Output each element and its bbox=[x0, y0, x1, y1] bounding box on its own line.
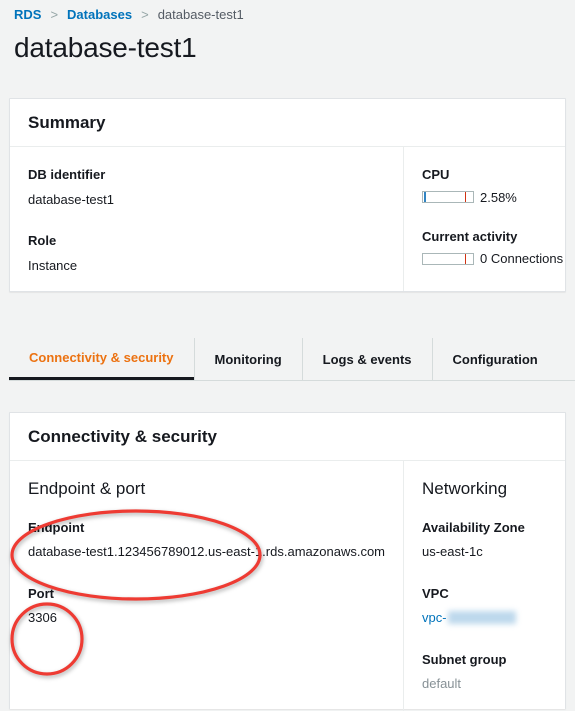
field-endpoint: Endpoint database-test1.123456789012.us-… bbox=[28, 518, 385, 562]
field-vpc: VPC vpc- bbox=[422, 584, 555, 628]
gauge-min-tick-icon bbox=[424, 253, 426, 264]
tab-label: Configuration bbox=[452, 351, 538, 367]
port-label: Port bbox=[28, 585, 54, 601]
field-label: Role bbox=[28, 233, 57, 249]
tab-label: Connectivity & security bbox=[29, 350, 174, 365]
current-activity-gauge bbox=[422, 252, 474, 265]
networking-section: Networking Availability Zone us-east-1c … bbox=[403, 461, 565, 711]
connectivity-title: Connectivity & security bbox=[28, 427, 217, 446]
tab-logs-events[interactable]: Logs & events bbox=[301, 338, 432, 380]
summary-left-column: DB identifier database-test1 Role Instan… bbox=[10, 147, 403, 291]
endpoint-value: database-test1.123456789012.us-east-1.rd… bbox=[28, 544, 385, 560]
connectivity-body: Endpoint & port Endpoint database-test1.… bbox=[10, 461, 565, 711]
field-db-identifier: DB identifier database-test1 bbox=[28, 165, 385, 209]
networking-title: Networking bbox=[422, 479, 508, 499]
summary-card: Summary DB identifier database-test1 Rol… bbox=[9, 98, 566, 293]
subnet-value: default bbox=[422, 676, 462, 692]
field-role: Role Instance bbox=[28, 231, 385, 275]
summary-card-header: Summary bbox=[10, 99, 565, 148]
endpoint-port-title: Endpoint & port bbox=[28, 479, 146, 499]
tab-bar: Connectivity & security Monitoring Logs … bbox=[9, 338, 575, 381]
subnet-label: Subnet group bbox=[422, 651, 507, 667]
breadcrumb-separator-icon: > bbox=[141, 7, 149, 22]
summary-title: Summary bbox=[28, 113, 106, 132]
vpc-redacted-block bbox=[447, 611, 516, 625]
connectivity-card-header: Connectivity & security bbox=[10, 413, 565, 462]
endpoint-label: Endpoint bbox=[28, 519, 85, 535]
metric-value: 2.58% bbox=[480, 189, 517, 205]
page-title: database-test1 bbox=[14, 32, 197, 63]
tab-configuration[interactable]: Configuration bbox=[431, 338, 558, 380]
metric-row: 2.58% bbox=[422, 190, 563, 205]
field-label: DB identifier bbox=[28, 167, 106, 183]
vpc-value: vpc- bbox=[422, 608, 555, 628]
field-port: Port 3306 bbox=[28, 584, 385, 628]
metric-cpu: CPU 2.58% bbox=[422, 165, 563, 205]
tab-bar-container: Connectivity & security Monitoring Logs … bbox=[9, 338, 575, 381]
tab-label: Monitoring bbox=[214, 351, 282, 367]
metric-current-activity: Current activity 0 Connections bbox=[422, 227, 563, 266]
breadcrumb-item-rds[interactable]: RDS bbox=[14, 7, 41, 22]
field-value: database-test1 bbox=[28, 191, 115, 207]
gauge-max-tick-icon bbox=[465, 192, 466, 203]
breadcrumb-separator-icon: > bbox=[50, 7, 59, 22]
breadcrumb-item-current: database-test1 bbox=[157, 7, 244, 22]
summary-right-column: CPU 2.58% Current activity 0 Connections bbox=[403, 147, 573, 292]
summary-card-container: Summary DB identifier database-test1 Rol… bbox=[0, 98, 575, 293]
summary-body: DB identifier database-test1 Role Instan… bbox=[10, 147, 565, 292]
cpu-gauge bbox=[422, 191, 474, 204]
field-subnet-group: Subnet group default bbox=[422, 650, 555, 694]
field-value: Instance bbox=[28, 257, 78, 273]
metric-label: CPU bbox=[422, 167, 450, 183]
gauge-max-tick-icon bbox=[465, 253, 466, 264]
metric-value: 0 Connections bbox=[480, 251, 564, 267]
tab-label: Logs & events bbox=[322, 351, 412, 367]
breadcrumb: RDS > Databases > database-test1 bbox=[0, 0, 575, 22]
breadcrumb-item-databases[interactable]: Databases bbox=[67, 7, 132, 22]
tab-monitoring[interactable]: Monitoring bbox=[193, 338, 302, 380]
az-label: Availability Zone bbox=[422, 519, 525, 535]
vpc-link[interactable]: vpc- bbox=[422, 610, 447, 625]
endpoint-port-section: Endpoint & port Endpoint database-test1.… bbox=[10, 461, 403, 711]
port-value: 3306 bbox=[28, 610, 57, 626]
metric-label: Current activity bbox=[422, 228, 518, 244]
metric-row: 0 Connections bbox=[422, 251, 563, 266]
connectivity-card: Connectivity & security Endpoint & port … bbox=[9, 412, 566, 711]
vpc-label: VPC bbox=[422, 585, 449, 601]
az-value: us-east-1c bbox=[422, 544, 483, 560]
tab-connectivity-security[interactable]: Connectivity & security bbox=[9, 338, 194, 380]
connectivity-card-container: Connectivity & security Endpoint & port … bbox=[0, 412, 575, 711]
field-availability-zone: Availability Zone us-east-1c bbox=[422, 518, 555, 562]
gauge-min-tick-icon bbox=[424, 192, 426, 203]
